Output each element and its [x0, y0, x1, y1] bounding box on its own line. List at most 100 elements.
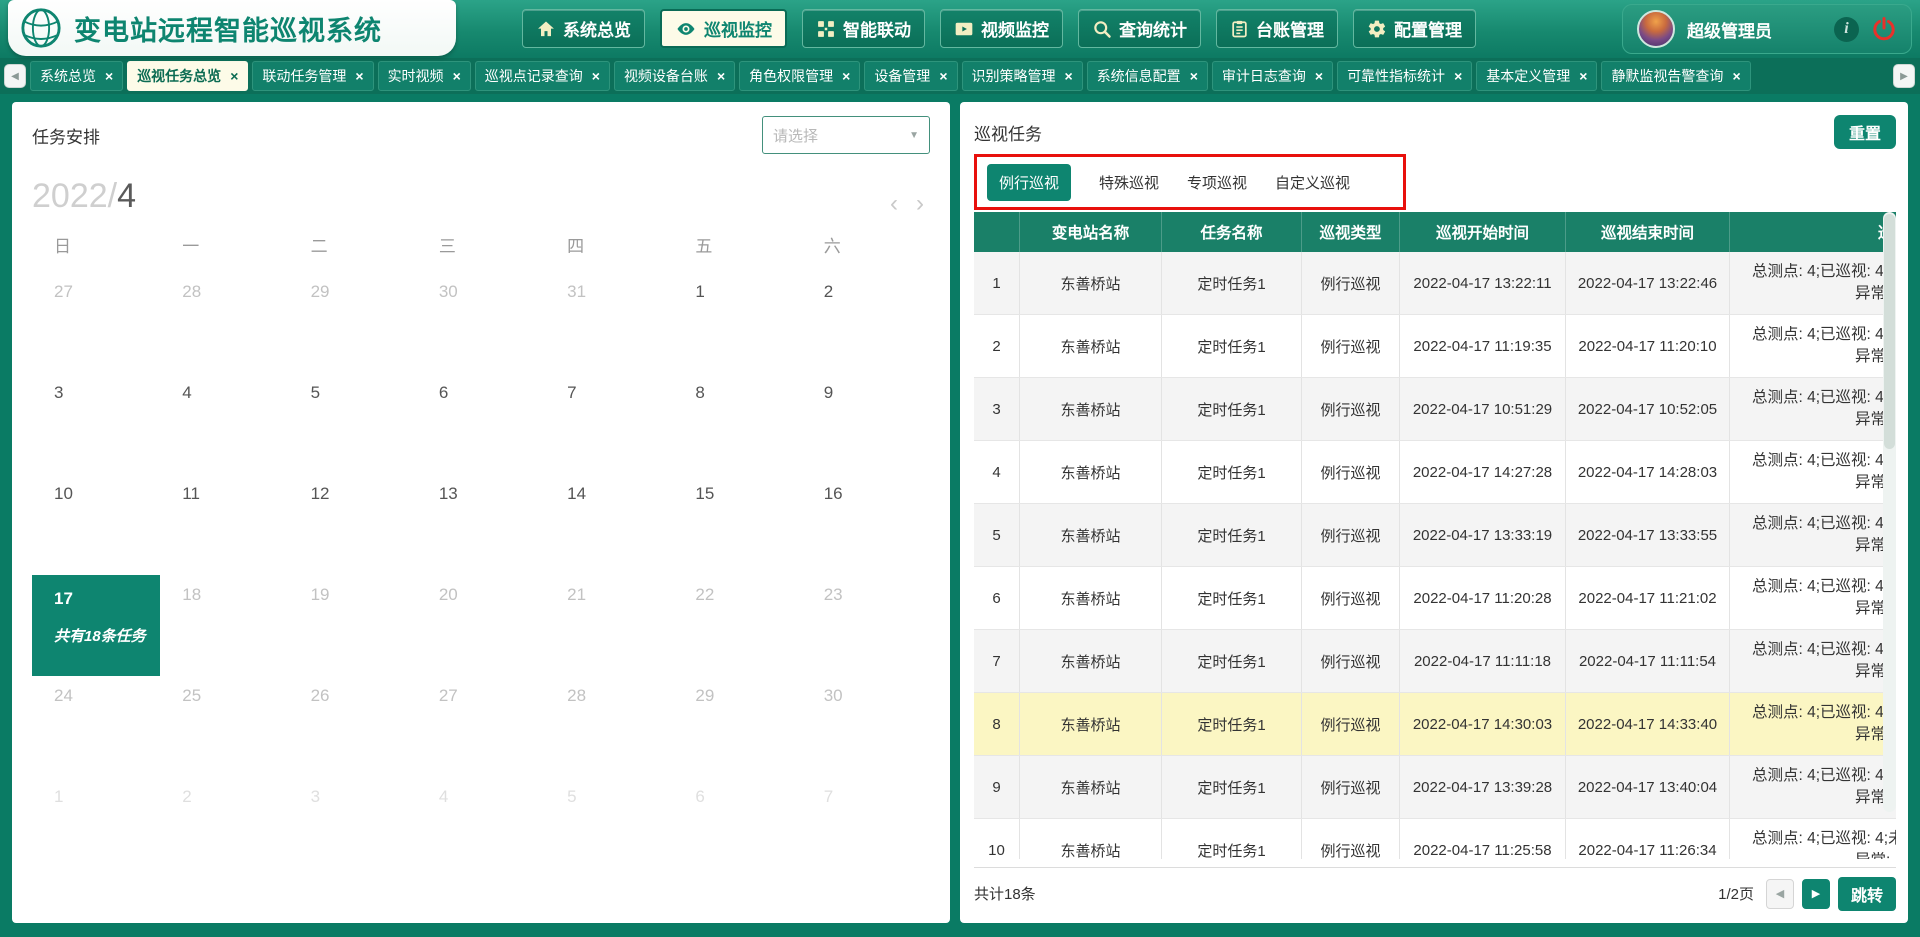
nav-button-7[interactable]: 配置管理	[1353, 9, 1476, 48]
calendar-day[interactable]: 23	[802, 575, 930, 676]
calendar-day[interactable]: 30	[802, 676, 930, 777]
tab-close-icon[interactable]: ×	[1579, 69, 1587, 83]
tabbar-scroll-left-icon[interactable]: ◀	[4, 64, 26, 88]
tab-close-icon[interactable]: ×	[453, 69, 461, 83]
avatar[interactable]	[1637, 10, 1675, 48]
calendar-day[interactable]: 22	[673, 575, 801, 676]
type-tab-3[interactable]: 专项巡视	[1187, 172, 1247, 193]
calendar-day[interactable]: 20	[417, 575, 545, 676]
tab-8[interactable]: 设备管理×	[864, 61, 957, 91]
tab-13[interactable]: 基本定义管理×	[1476, 61, 1597, 91]
tab-3[interactable]: 联动任务管理×	[252, 61, 373, 91]
tab-11[interactable]: 审计日志查询×	[1212, 61, 1333, 91]
calendar-day[interactable]: 25	[160, 676, 288, 777]
calendar-day[interactable]: 16	[802, 474, 930, 575]
tab-5[interactable]: 巡视点记录查询×	[475, 61, 610, 91]
tab-close-icon[interactable]: ×	[1454, 69, 1462, 83]
table-row[interactable]: 2东善桥站定时任务1例行巡视2022-04-17 11:19:352022-04…	[974, 315, 1896, 378]
calendar-day[interactable]: 6	[673, 777, 801, 878]
tab-1[interactable]: 系统总览×	[30, 61, 123, 91]
table-row[interactable]: 5东善桥站定时任务1例行巡视2022-04-17 13:33:192022-04…	[974, 504, 1896, 567]
reset-button[interactable]: 重置	[1834, 115, 1896, 149]
calendar-prev-icon[interactable]: ‹	[890, 192, 898, 216]
calendar-day[interactable]: 2	[802, 272, 930, 373]
calendar-day[interactable]: 10	[32, 474, 160, 575]
nav-button-6[interactable]: 台账管理	[1216, 9, 1338, 48]
calendar-day[interactable]: 9	[802, 373, 930, 474]
tab-7[interactable]: 角色权限管理×	[739, 61, 860, 91]
tab-close-icon[interactable]: ×	[1065, 69, 1073, 83]
nav-button-5[interactable]: 查询统计	[1078, 9, 1201, 48]
table-row[interactable]: 1东善桥站定时任务1例行巡视2022-04-17 13:22:112022-04…	[974, 252, 1896, 315]
station-select[interactable]: 请选择 ▼	[762, 116, 930, 154]
calendar-day[interactable]: 8	[673, 373, 801, 474]
calendar-day[interactable]: 31	[545, 272, 673, 373]
calendar-day[interactable]: 6	[417, 373, 545, 474]
table-row[interactable]: 8东善桥站定时任务1例行巡视2022-04-17 14:30:032022-04…	[974, 693, 1896, 756]
calendar-day-selected[interactable]: 17共有18条任务	[32, 575, 160, 676]
tabbar-scroll-right-icon[interactable]: ▶	[1893, 64, 1915, 88]
nav-button-4[interactable]: 视频监控	[940, 9, 1063, 48]
info-icon[interactable]: i	[1834, 17, 1859, 42]
tab-close-icon[interactable]: ×	[1315, 69, 1323, 83]
calendar-day[interactable]: 21	[545, 575, 673, 676]
table-row[interactable]: 6东善桥站定时任务1例行巡视2022-04-17 11:20:282022-04…	[974, 567, 1896, 630]
page-prev-icon[interactable]: ◀	[1766, 879, 1794, 909]
tab-close-icon[interactable]: ×	[355, 69, 363, 83]
tab-close-icon[interactable]: ×	[717, 69, 725, 83]
tab-close-icon[interactable]: ×	[230, 69, 238, 83]
calendar-next-icon[interactable]: ›	[916, 192, 924, 216]
calendar-day[interactable]: 24	[32, 676, 160, 777]
calendar-day[interactable]: 28	[545, 676, 673, 777]
tab-4[interactable]: 实时视频×	[378, 61, 471, 91]
calendar-day[interactable]: 5	[289, 373, 417, 474]
nav-button-2[interactable]: 巡视监控	[660, 9, 787, 48]
calendar-day[interactable]: 27	[417, 676, 545, 777]
calendar-day[interactable]: 27	[32, 272, 160, 373]
table-row[interactable]: 9东善桥站定时任务1例行巡视2022-04-17 13:39:282022-04…	[974, 756, 1896, 819]
tab-6[interactable]: 视频设备台账×	[614, 61, 735, 91]
tab-close-icon[interactable]: ×	[1190, 69, 1198, 83]
calendar-day[interactable]: 29	[673, 676, 801, 777]
type-tab-4[interactable]: 自定义巡视	[1275, 172, 1350, 193]
calendar-day[interactable]: 29	[289, 272, 417, 373]
calendar-day[interactable]: 11	[160, 474, 288, 575]
tab-close-icon[interactable]: ×	[1732, 69, 1740, 83]
calendar-day[interactable]: 7	[802, 777, 930, 878]
tab-2[interactable]: 巡视任务总览×	[127, 61, 248, 91]
nav-button-3[interactable]: 智能联动	[802, 9, 925, 48]
calendar-day[interactable]: 15	[673, 474, 801, 575]
calendar-day[interactable]: 14	[545, 474, 673, 575]
tab-close-icon[interactable]: ×	[592, 69, 600, 83]
table-scrollbar-thumb[interactable]	[1884, 214, 1895, 449]
calendar-day[interactable]: 30	[417, 272, 545, 373]
calendar-day[interactable]: 1	[673, 272, 801, 373]
calendar-day[interactable]: 19	[289, 575, 417, 676]
type-tab-2[interactable]: 特殊巡视	[1099, 172, 1159, 193]
calendar-day[interactable]: 7	[545, 373, 673, 474]
table-row[interactable]: 10东善桥站定时任务1例行巡视2022-04-17 11:25:582022-0…	[974, 819, 1896, 859]
calendar-day[interactable]: 4	[160, 373, 288, 474]
calendar-day[interactable]: 18	[160, 575, 288, 676]
calendar-day[interactable]: 2	[160, 777, 288, 878]
type-tab-1[interactable]: 例行巡视	[987, 164, 1071, 201]
calendar-day[interactable]: 3	[32, 373, 160, 474]
tab-close-icon[interactable]: ×	[939, 69, 947, 83]
tab-12[interactable]: 可靠性指标统计×	[1337, 61, 1472, 91]
calendar-day[interactable]: 28	[160, 272, 288, 373]
page-next-icon[interactable]: ▶	[1802, 879, 1830, 909]
jump-button[interactable]: 跳转	[1838, 877, 1896, 911]
tab-14[interactable]: 静默监视告警查询×	[1601, 61, 1750, 91]
tab-9[interactable]: 识别策略管理×	[962, 61, 1083, 91]
calendar-day[interactable]: 12	[289, 474, 417, 575]
calendar-day[interactable]: 3	[289, 777, 417, 878]
nav-button-1[interactable]: 系统总览	[522, 9, 645, 48]
tab-close-icon[interactable]: ×	[105, 69, 113, 83]
table-row[interactable]: 3东善桥站定时任务1例行巡视2022-04-17 10:51:292022-04…	[974, 378, 1896, 441]
tab-close-icon[interactable]: ×	[842, 69, 850, 83]
calendar-day[interactable]: 13	[417, 474, 545, 575]
calendar-day[interactable]: 1	[32, 777, 160, 878]
table-row[interactable]: 4东善桥站定时任务1例行巡视2022-04-17 14:27:282022-04…	[974, 441, 1896, 504]
tab-10[interactable]: 系统信息配置×	[1087, 61, 1208, 91]
calendar-day[interactable]: 4	[417, 777, 545, 878]
